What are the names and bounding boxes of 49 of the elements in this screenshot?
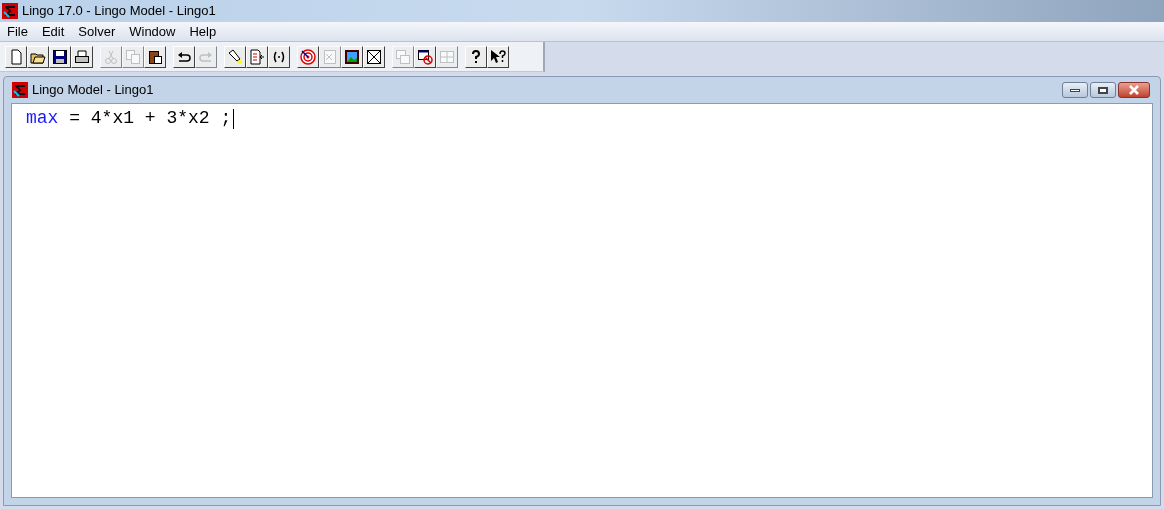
close-icon [1128,85,1140,95]
menu-item[interactable]: Window [122,21,183,42]
toolbar-button[interactable] [5,45,27,68]
pointer-question-icon [490,48,506,65]
minimize-button[interactable] [1062,82,1088,98]
window-title: Lingo 17.0 - Lingo Model - Lingo1 [22,2,216,21]
menu-item[interactable]: File [0,21,35,42]
toolbar-button[interactable] [268,45,290,68]
toolbar-button[interactable] [144,45,166,68]
windows-icon [395,48,411,65]
toolbar-button[interactable] [27,45,49,68]
text-cursor [233,108,235,129]
picture-icon [344,48,360,65]
toolbar-button[interactable] [49,45,71,68]
menu-item[interactable]: Edit [34,21,72,42]
maximize-button[interactable] [1090,82,1116,98]
document-x-icon [322,48,338,65]
toolbar-button[interactable] [341,45,363,68]
toolbar-button[interactable] [246,45,268,68]
close-button[interactable] [1118,82,1150,98]
flashlight-icon [227,48,243,65]
toolbar-button[interactable] [224,45,246,68]
clipboard-icon [147,48,163,65]
copy-icon [125,48,141,65]
toolbar-button[interactable] [297,45,319,68]
tile-icon [439,48,455,65]
toolbar-button[interactable] [414,45,436,68]
page-icon [8,48,24,65]
toolbar-button[interactable] [363,45,385,68]
boxed-x-icon [366,48,382,65]
scissors-icon [103,48,119,65]
floppy-icon [52,48,68,65]
menu-item[interactable]: Help [182,21,224,42]
model-window-icon [12,82,28,98]
document-arrow-icon [249,48,265,65]
printer-icon [74,48,90,65]
code-line: max = 4*x1 + 3*x2 ; [26,107,232,130]
toolbar-button[interactable] [487,45,509,68]
toolbar-button[interactable] [71,45,93,68]
target-icon [300,48,316,65]
toolbar-button[interactable] [465,45,487,68]
app-logo [2,3,18,19]
code-editor[interactable]: max = 4*x1 + 3*x2 ; [11,103,1153,498]
minimize-icon [1070,88,1080,92]
window-stop-icon [417,48,433,65]
toolbar-button[interactable] [173,45,195,68]
restore-icon [1098,86,1108,94]
menu-item[interactable]: Solver [71,21,123,42]
model-window-title: Lingo Model - Lingo1 [32,81,154,100]
